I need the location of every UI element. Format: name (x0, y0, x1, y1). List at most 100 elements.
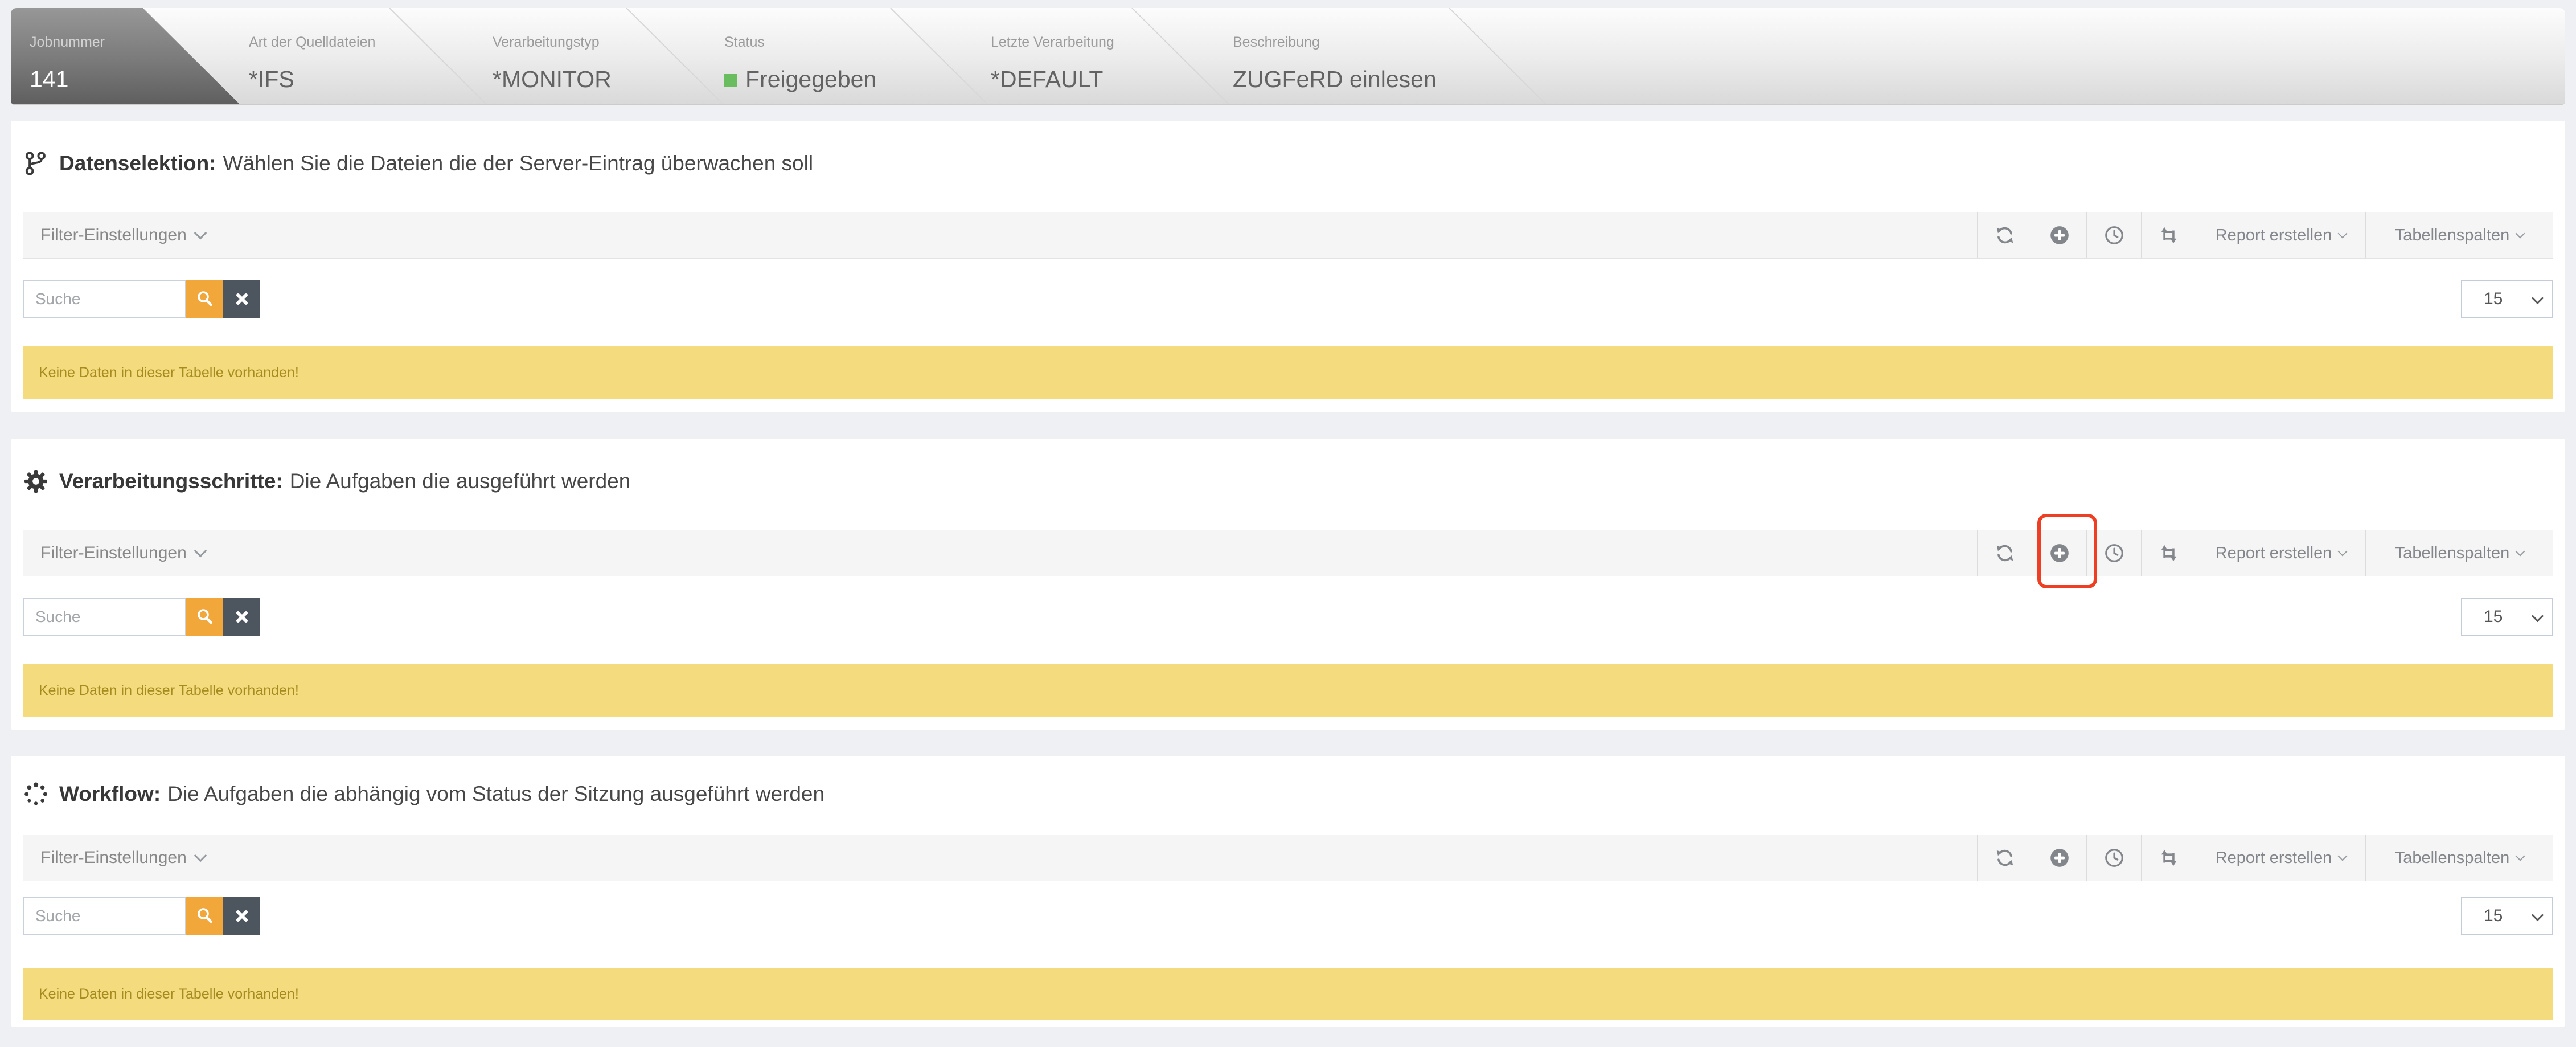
panel-subtitle-text: Wählen Sie die Dateien die der Server-Ei… (223, 152, 814, 175)
plus-circle-icon (2050, 544, 2069, 562)
spinner-icon (24, 782, 47, 805)
refresh-button[interactable] (1977, 530, 2032, 576)
search-input[interactable] (23, 280, 186, 318)
panel-title: Workflow: Die Aufgaben die abhängig vom … (23, 781, 825, 807)
page-size-value: 15 (2484, 607, 2503, 626)
plus-circle-icon (2050, 849, 2069, 867)
search-row (23, 598, 260, 636)
search-input[interactable] (23, 897, 186, 935)
history-button[interactable] (2086, 212, 2141, 258)
empty-table-message: Keine Daten in dieser Tabelle vorhanden! (23, 968, 2553, 1020)
table-columns-label: Tabellenspalten (2394, 848, 2510, 867)
plus-circle-icon (2050, 226, 2069, 244)
close-icon (236, 293, 248, 305)
add-button[interactable] (2032, 530, 2086, 576)
table-toolbar: Filter-Einstellungen Report erstellen Ta… (23, 212, 2553, 259)
tab-value: 141 (30, 66, 69, 92)
reload-interval-button[interactable] (2141, 530, 2196, 576)
panel-title-text: Verarbeitungsschritte: (59, 469, 283, 493)
refresh-button[interactable] (1977, 835, 2032, 881)
table-columns-dropdown[interactable]: Tabellenspalten (2365, 530, 2553, 576)
page-size-select[interactable]: 15 (2461, 598, 2553, 636)
panel-title-text: Datenselektion: (59, 152, 216, 175)
status-badge: Freigegeben (745, 66, 877, 92)
history-button[interactable] (2086, 530, 2141, 576)
search-button[interactable] (186, 598, 223, 636)
tab-value: Freigegeben (724, 66, 876, 93)
chevron-down-icon (2337, 546, 2348, 557)
empty-table-message: Keine Daten in dieser Tabelle vorhanden! (23, 664, 2553, 717)
search-row (23, 280, 260, 318)
tab-value: *DEFAULT (991, 66, 1104, 92)
tab-label: Status (724, 34, 765, 50)
panel-title: Datenselektion: Wählen Sie die Dateien d… (23, 150, 813, 177)
clear-search-button[interactable] (223, 897, 260, 935)
refresh-icon (1996, 227, 2013, 244)
table-columns-label: Tabellenspalten (2394, 226, 2510, 244)
filter-settings-label: Filter-Einstellungen (40, 543, 187, 562)
close-icon (236, 910, 248, 922)
refresh-icon (1996, 849, 2013, 866)
clock-icon (2105, 544, 2123, 562)
chevron-down-icon (2531, 292, 2544, 304)
job-header-ribbon: Jobnummer 141 Art der Quelldateien *IFS … (11, 8, 2565, 105)
chevron-down-icon (2515, 851, 2525, 861)
filter-settings-dropdown[interactable]: Filter-Einstellungen (40, 212, 207, 258)
panel-subtitle-text: Die Aufgaben die abhängig vom Status der… (167, 782, 825, 805)
page-size-select[interactable]: 15 (2461, 897, 2553, 935)
refresh-button[interactable] (1977, 212, 2032, 258)
tab-label: Jobnummer (30, 34, 105, 50)
page-size-select[interactable]: 15 (2461, 280, 2553, 318)
search-button[interactable] (186, 897, 223, 935)
report-dropdown-label: Report erstellen (2215, 848, 2332, 867)
chevron-down-icon (2515, 228, 2525, 239)
report-dropdown[interactable]: Report erstellen (2196, 835, 2365, 881)
chevron-down-icon (2515, 546, 2525, 557)
filter-settings-dropdown[interactable]: Filter-Einstellungen (40, 530, 207, 576)
report-dropdown[interactable]: Report erstellen (2196, 212, 2365, 258)
search-icon (197, 908, 212, 923)
add-button[interactable] (2032, 835, 2086, 881)
code-branch-icon (25, 152, 46, 175)
filter-settings-dropdown[interactable]: Filter-Einstellungen (40, 835, 207, 881)
clear-search-button[interactable] (223, 598, 260, 636)
refresh-icon (1996, 545, 2013, 562)
reload-interval-button[interactable] (2141, 212, 2196, 258)
chevron-down-icon (194, 544, 207, 558)
repeat-icon (2161, 545, 2176, 562)
history-button[interactable] (2086, 835, 2141, 881)
tab-label: Letzte Verarbeitung (991, 34, 1114, 50)
table-columns-dropdown[interactable]: Tabellenspalten (2365, 835, 2553, 881)
clock-icon (2105, 226, 2123, 244)
report-dropdown-label: Report erstellen (2215, 226, 2332, 244)
repeat-icon (2161, 227, 2176, 244)
table-toolbar: Filter-Einstellungen Report erstellen Ta… (23, 530, 2553, 576)
chevron-down-icon (2531, 610, 2544, 622)
search-row (23, 897, 260, 935)
filter-settings-label: Filter-Einstellungen (40, 226, 187, 244)
table-columns-label: Tabellenspalten (2394, 543, 2510, 562)
reload-interval-button[interactable] (2141, 835, 2196, 881)
clear-search-button[interactable] (223, 280, 260, 318)
gear-icon (24, 470, 47, 493)
panel-title: Verarbeitungsschritte: Die Aufgaben die … (23, 468, 630, 494)
search-icon (197, 609, 212, 624)
table-columns-dropdown[interactable]: Tabellenspalten (2365, 212, 2553, 258)
report-dropdown[interactable]: Report erstellen (2196, 530, 2365, 576)
add-button[interactable] (2032, 212, 2086, 258)
chevron-down-icon (194, 849, 207, 862)
page-size-value: 15 (2484, 906, 2503, 925)
close-icon (236, 611, 248, 623)
search-input[interactable] (23, 598, 186, 636)
tab-label: Verarbeitungstyp (493, 34, 600, 50)
tab-value: ZUGFeRD einlesen (1233, 66, 1437, 92)
filter-settings-label: Filter-Einstellungen (40, 848, 187, 867)
status-green-indicator (724, 74, 737, 87)
toolbar-actions: Report erstellen Tabellenspalten (1977, 530, 2553, 576)
search-button[interactable] (186, 280, 223, 318)
tab-label: Art der Quelldateien (249, 34, 376, 50)
table-toolbar: Filter-Einstellungen Report erstellen Ta… (23, 835, 2553, 881)
tab-label: Beschreibung (1233, 34, 1320, 50)
empty-table-message: Keine Daten in dieser Tabelle vorhanden! (23, 346, 2553, 399)
page-size-value: 15 (2484, 289, 2503, 308)
